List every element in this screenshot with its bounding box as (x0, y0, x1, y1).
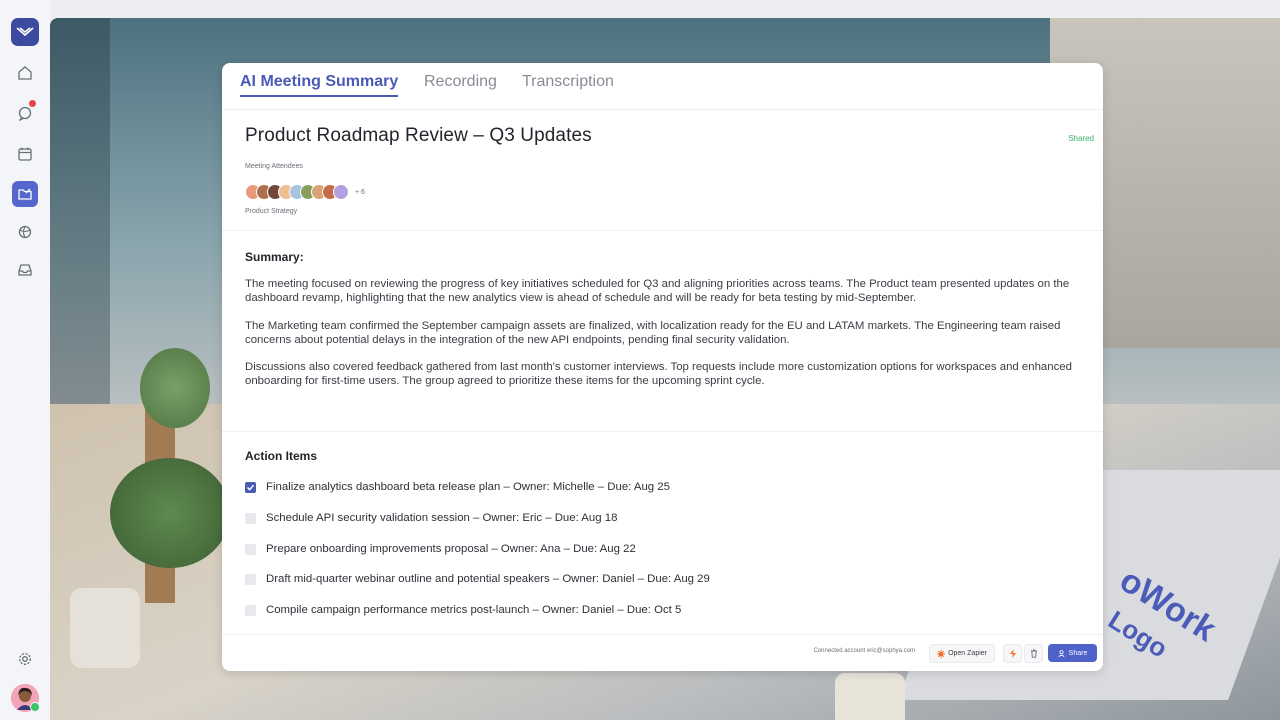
app-logo[interactable] (11, 18, 39, 46)
lightning-button[interactable] (1003, 644, 1022, 663)
zapier-icon (937, 649, 946, 658)
panel-footer: Connected account eric@sophya.com Open Z… (222, 634, 1103, 671)
lightning-icon (1009, 649, 1016, 658)
share-button[interactable]: Share (1048, 644, 1097, 662)
person-icon (1058, 649, 1065, 657)
divider (222, 230, 1103, 231)
action-item: Prepare onboarding improvements proposal… (245, 543, 636, 555)
tab-bar: AI Meeting Summary Recording Transcripti… (222, 63, 1103, 110)
action-item-text: Draft mid-quarter webinar outline and po… (266, 573, 710, 585)
connected-account-text: Connected account eric@sophya.com (813, 648, 915, 654)
summary-paragraph: The Marketing team confirmed the Septemb… (245, 320, 1061, 346)
tab-ai-meeting-summary[interactable]: AI Meeting Summary (240, 73, 399, 97)
action-item-checkbox[interactable] (245, 481, 256, 493)
action-item-checkbox[interactable] (245, 512, 256, 524)
action-item: Compile campaign performance metrics pos… (245, 604, 681, 616)
summary-paragraph: The meeting focused on reviewing the pro… (245, 278, 1070, 304)
home-icon[interactable] (13, 61, 37, 85)
globe-icon[interactable] (13, 220, 37, 244)
summary-paragraph: Discussions also covered feedback gather… (245, 361, 1072, 387)
user-avatar[interactable] (11, 684, 40, 712)
action-item-text: Prepare onboarding improvements proposal… (266, 543, 636, 555)
delete-button[interactable] (1024, 644, 1043, 663)
inbox-icon[interactable] (13, 258, 37, 282)
team-label: Product Strategy (245, 208, 298, 215)
action-item-text: Compile campaign performance metrics pos… (266, 604, 682, 616)
open-zapier-button[interactable]: Open Zapier (929, 644, 995, 663)
chat-icon[interactable] (13, 100, 37, 125)
action-item: Draft mid-quarter webinar outline and po… (245, 573, 710, 585)
action-item-text: Finalize analytics dashboard beta releas… (266, 481, 670, 493)
sidebar (0, 0, 50, 720)
divider (222, 431, 1103, 432)
share-label: Share (1068, 649, 1088, 657)
attendees-label: Meeting Attendees (245, 163, 303, 170)
meeting-summary-panel: AI Meeting Summary Recording Transcripti… (222, 63, 1103, 671)
action-item-text: Schedule API security validation session… (266, 512, 618, 524)
action-items-heading: Action Items (245, 449, 318, 463)
tab-transcription[interactable]: Transcription (522, 73, 614, 95)
trash-icon (1030, 649, 1037, 658)
action-item-checkbox[interactable] (245, 573, 256, 585)
online-status-dot (30, 702, 40, 712)
action-item: Schedule API security validation session… (245, 512, 617, 524)
shared-status-badge: Shared (1068, 134, 1094, 143)
action-item-checkbox[interactable] (245, 543, 256, 555)
more-attendees-count[interactable]: + 6 (355, 189, 365, 196)
meeting-title: Product Roadmap Review – Q3 Updates (245, 125, 592, 146)
notification-dot (29, 100, 36, 107)
summary-heading: Summary: (245, 250, 304, 264)
open-zapier-label: Open Zapier (948, 650, 987, 657)
action-item: Finalize analytics dashboard beta releas… (245, 481, 670, 493)
avatar (333, 184, 349, 200)
calendar-icon[interactable] (13, 142, 37, 166)
action-item-checkbox[interactable] (245, 604, 256, 616)
gear-icon[interactable] (13, 647, 37, 671)
attendee-avatars[interactable]: + 6 (245, 184, 365, 200)
tab-recording[interactable]: Recording (424, 73, 497, 95)
folder-icon[interactable] (12, 181, 38, 207)
